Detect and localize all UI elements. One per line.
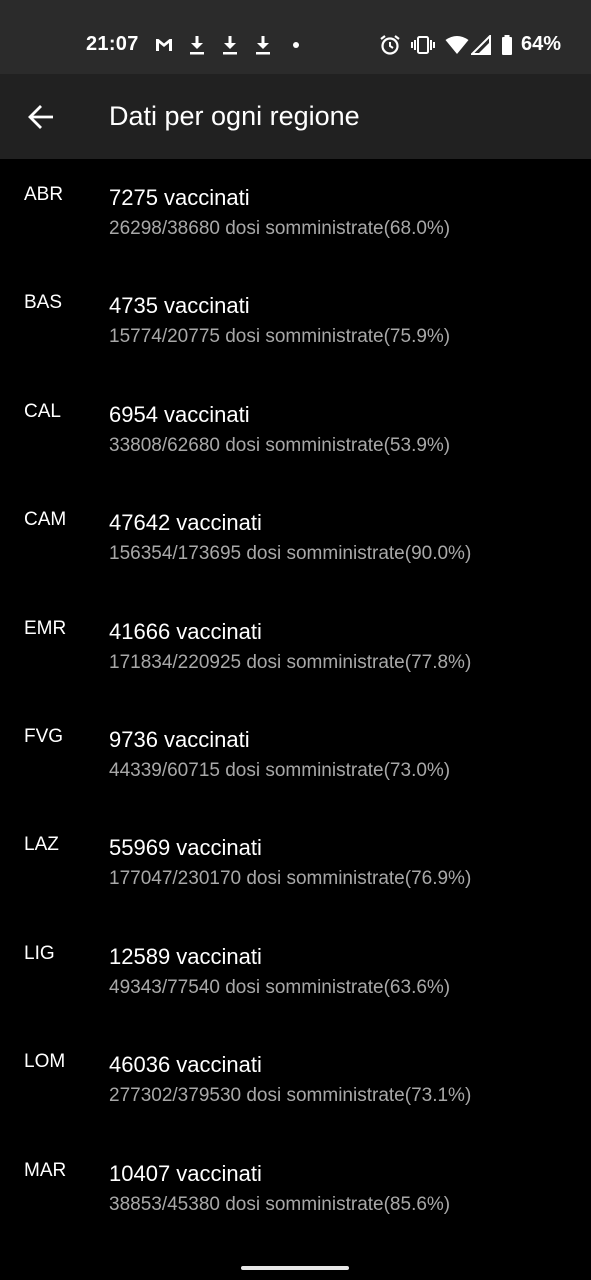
- list-item[interactable]: CAL 6954 vaccinati 33808/62680 dosi somm…: [0, 376, 591, 484]
- vibrate-icon: [410, 34, 435, 56]
- vaccinated-count: 7275 vaccinati: [109, 185, 250, 210]
- doses-administered: 38853/45380 dosi somministrate(85.6%): [109, 1193, 451, 1215]
- region-list: ABR 7275 vaccinati 26298/38680 dosi somm…: [0, 159, 591, 1243]
- list-item[interactable]: CAM 47642 vaccinati 156354/173695 dosi s…: [0, 484, 591, 592]
- list-item[interactable]: LOM 46036 vaccinati 277302/379530 dosi s…: [0, 1026, 591, 1134]
- vaccinated-count: 4735 vaccinati: [109, 293, 250, 319]
- download-icon: [253, 34, 273, 56]
- region-code: LOM: [24, 1051, 66, 1073]
- page-title: Dati per ogni regione: [109, 101, 360, 131]
- download-icon: [220, 34, 240, 56]
- battery-percent: 64%: [520, 33, 561, 55]
- download-icon: [187, 34, 207, 56]
- doses-administered: 177047/230170 dosi somministrate(76.9%): [109, 868, 472, 890]
- doses-administered: 171834/220925 dosi somministrate(77.8%): [109, 651, 472, 673]
- list-item[interactable]: LIG 12589 vaccinati 49343/77540 dosi som…: [0, 918, 591, 1026]
- list-item[interactable]: EMR 41666 vaccinati 171834/220925 dosi s…: [0, 593, 591, 701]
- status-bar: 21:07 64%: [0, 0, 591, 74]
- list-item[interactable]: LAZ 55969 vaccinati 177047/230170 dosi s…: [0, 809, 591, 917]
- signal-icon: [470, 34, 491, 55]
- region-code: FVG: [24, 725, 64, 747]
- list-item[interactable]: FVG 9736 vaccinati 44339/60715 dosi somm…: [0, 701, 591, 809]
- arrow-back-icon: [28, 105, 53, 129]
- doses-administered: 49343/77540 dosi somministrate(63.6%): [109, 976, 451, 998]
- region-code: LAZ: [24, 834, 59, 856]
- list-item[interactable]: MAR 10407 vaccinati 38853/45380 dosi som…: [0, 1135, 591, 1243]
- system-icons: 64%: [369, 33, 561, 56]
- doses-administered: 33808/62680 dosi somministrate(53.9%): [109, 434, 451, 456]
- list-item[interactable]: BAS 4735 vaccinati 15774/20775 dosi somm…: [0, 267, 591, 375]
- alarm-icon: [379, 34, 401, 56]
- app-bar: Dati per ogni regione: [0, 74, 591, 159]
- region-code: CAM: [24, 509, 67, 531]
- doses-administered: 44339/60715 dosi somministrate(73.0%): [109, 759, 451, 781]
- vaccinated-count: 55969 vaccinati: [109, 835, 262, 861]
- region-code: EMR: [24, 617, 67, 639]
- vaccinated-count: 41666 vaccinati: [109, 618, 262, 644]
- vaccinated-count: 10407 vaccinati: [109, 1160, 262, 1186]
- vaccinated-count: 9736 vaccinati: [109, 726, 250, 752]
- dot-icon: [286, 34, 306, 56]
- notification-icons: [154, 34, 319, 56]
- list-item[interactable]: ABR 7275 vaccinati 26298/38680 dosi somm…: [0, 159, 591, 267]
- region-code: ABR: [24, 184, 64, 205]
- back-button[interactable]: [20, 96, 62, 138]
- vaccinated-count: 47642 vaccinati: [109, 510, 262, 536]
- doses-administered: 277302/379530 dosi somministrate(73.1%): [109, 1085, 472, 1107]
- region-code: MAR: [24, 1159, 67, 1181]
- vaccinated-count: 46036 vaccinati: [109, 1052, 262, 1078]
- region-code: LIG: [24, 942, 55, 964]
- wifi-icon: [445, 35, 469, 55]
- gesture-nav-handle[interactable]: [241, 1266, 349, 1270]
- battery-icon: [501, 34, 513, 56]
- region-code: BAS: [24, 292, 63, 314]
- doses-administered: 15774/20775 dosi somministrate(75.9%): [109, 326, 451, 348]
- doses-administered: 26298/38680 dosi somministrate(68.0%): [109, 218, 451, 239]
- doses-administered: 156354/173695 dosi somministrate(90.0%): [109, 543, 472, 565]
- region-code: CAL: [24, 400, 61, 422]
- gmail-icon: [154, 34, 174, 56]
- vaccinated-count: 6954 vaccinati: [109, 401, 250, 427]
- status-time: 21:07: [86, 33, 139, 55]
- vaccinated-count: 12589 vaccinati: [109, 943, 262, 969]
